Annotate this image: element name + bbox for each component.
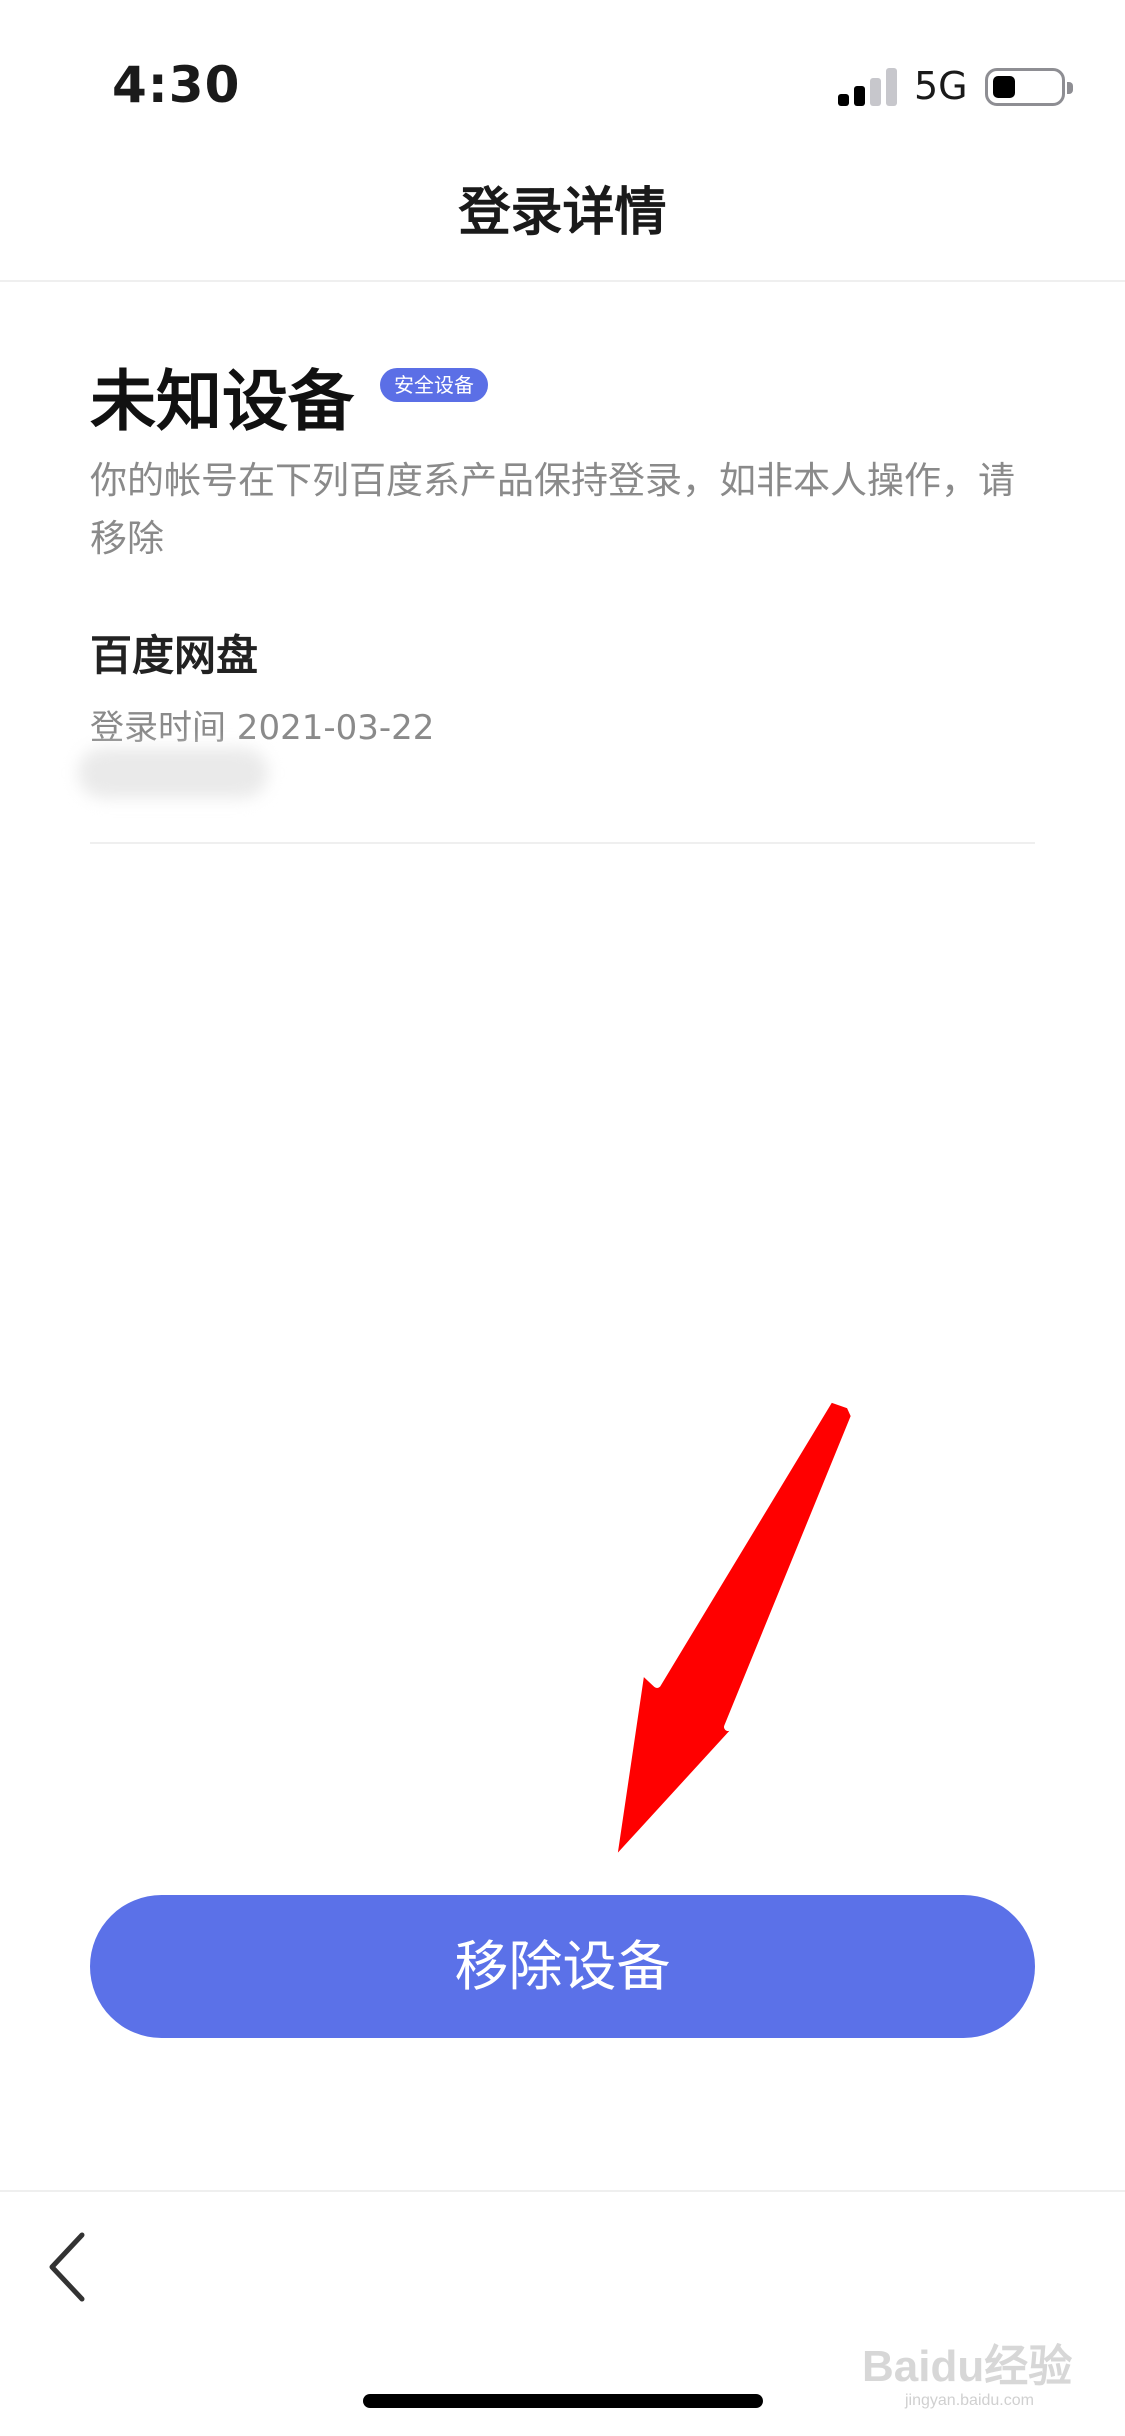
battery-icon <box>985 68 1073 106</box>
login-time: 登录时间 2021-03-22 <box>90 708 435 748</box>
product-name: 百度网盘 <box>90 631 259 680</box>
home-indicator[interactable] <box>363 2394 763 2408</box>
baidu-watermark: Baidu经验 <box>862 2342 1073 2391</box>
status-time: 4:30 <box>112 56 241 114</box>
chevron-left-icon <box>49 2232 85 2302</box>
safe-device-badge: 安全设备 <box>380 368 488 402</box>
status-bar: 4:30 5G <box>0 0 1125 150</box>
watermark-url: jingyan.baidu.com <box>905 2392 1034 2409</box>
page-title: 登录详情 <box>458 183 667 243</box>
back-button[interactable] <box>40 2225 120 2305</box>
nav-divider <box>0 280 1125 282</box>
content-divider <box>90 842 1035 844</box>
device-description: 你的帐号在下列百度系产品保持登录，如非本人操作，请移除 <box>90 459 1015 560</box>
signal-icon <box>838 66 900 106</box>
blurred-info <box>78 748 268 798</box>
remove-device-button[interactable]: 移除设备 <box>90 1895 1035 2038</box>
network-type: 5G <box>914 64 968 108</box>
device-title: 未知设备 <box>90 363 354 440</box>
toolbar-divider <box>0 2190 1125 2192</box>
